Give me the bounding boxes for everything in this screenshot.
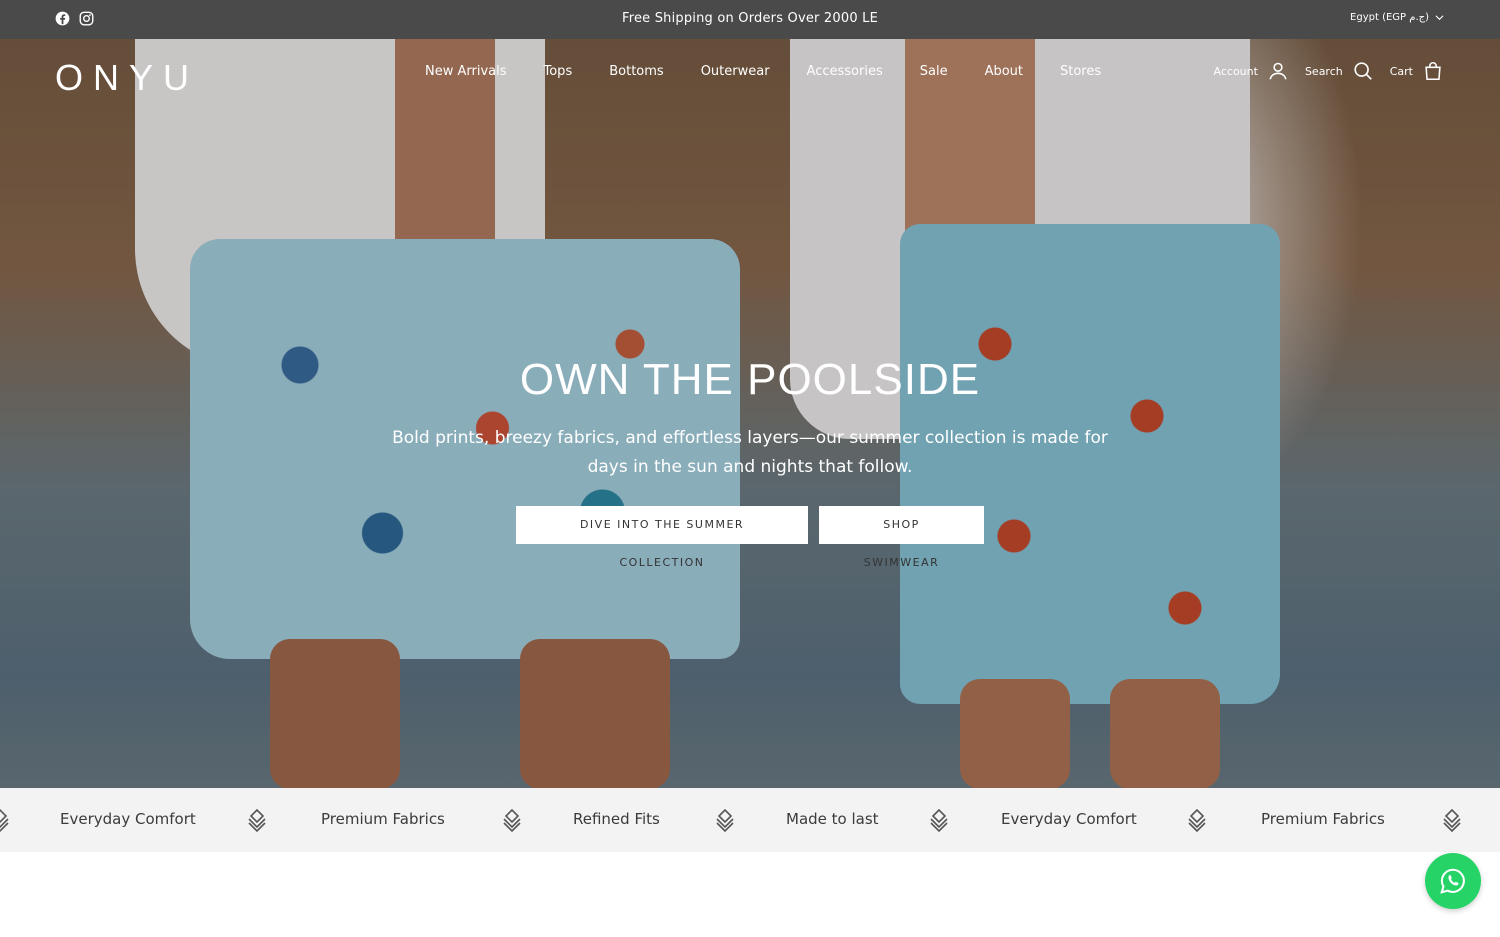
whatsapp-chat-button[interactable] <box>1425 853 1481 909</box>
search-icon <box>1354 62 1372 80</box>
leaf-chevron-icon <box>503 808 521 833</box>
main-nav: New Arrivals Tops Bottoms Outerwear Acce… <box>425 64 1138 79</box>
leaf-chevron-icon <box>716 808 734 833</box>
hero-overlay <box>0 39 1500 788</box>
locale-label: Egypt (EGP ج.م) <box>1350 12 1429 23</box>
hero-banner <box>0 39 1500 788</box>
hero-title: OWN THE POOLSIDE <box>519 355 981 404</box>
nav-item-new-arrivals[interactable]: New Arrivals <box>425 64 507 79</box>
marquee-item: Everyday Comfort <box>60 810 196 828</box>
nav-item-sale[interactable]: Sale <box>920 64 948 79</box>
search-link[interactable]: Search <box>1305 60 1374 82</box>
chevron-down-icon <box>1435 15 1444 21</box>
nav-item-about[interactable]: About <box>985 64 1023 79</box>
marquee-item: Refined Fits <box>573 810 660 828</box>
announcement-message: Free Shipping on Orders Over 2000 LE <box>621 11 878 26</box>
nav-item-outerwear[interactable]: Outerwear <box>701 64 770 79</box>
summer-collection-button[interactable]: DIVE INTO THE SUMMER COLLECTION <box>516 506 808 569</box>
nav-item-tops[interactable]: Tops <box>544 64 573 79</box>
cart-label: Cart <box>1389 64 1413 78</box>
hero-subtitle: Bold prints, breezy fabrics, and effortl… <box>392 428 1108 477</box>
features-marquee: Everyday Comfort Premium Fabrics Refined… <box>0 788 1500 852</box>
leaf-chevron-icon <box>0 808 9 833</box>
locale-selector[interactable]: Egypt (EGP ج.م) <box>1350 12 1444 23</box>
cart-link[interactable]: Cart <box>1390 60 1444 82</box>
marquee-item: Premium Fabrics <box>1261 810 1385 828</box>
nav-item-bottoms[interactable]: Bottoms <box>609 64 663 79</box>
user-icon <box>1269 62 1287 80</box>
shopping-bag-icon <box>1425 62 1441 81</box>
leaf-chevron-icon <box>930 808 948 833</box>
nav-item-stores[interactable]: Stores <box>1060 64 1101 79</box>
shop-swimwear-button[interactable]: SHOP SWIMWEAR <box>819 506 984 569</box>
hero-cta-row: DIVE INTO THE SUMMER COLLECTION SHOP SWI… <box>0 506 1500 569</box>
whatsapp-icon <box>1440 868 1465 894</box>
marquee-item: Made to last <box>786 810 879 828</box>
marquee-item: Everyday Comfort <box>1001 810 1137 828</box>
announcement-bar: Free Shipping on Orders Over 2000 LE Egy… <box>0 0 1500 39</box>
leaf-chevron-icon <box>1188 808 1206 833</box>
leaf-chevron-icon <box>248 808 266 833</box>
leaf-chevron-icon <box>1443 808 1461 833</box>
header-utilities: Account Search Cart <box>1214 60 1444 82</box>
search-label: Search <box>1304 64 1343 78</box>
site-logo[interactable]: ONYU <box>55 57 199 99</box>
marquee-item: Premium Fabrics <box>321 810 445 828</box>
nav-item-accessories[interactable]: Accessories <box>807 64 883 79</box>
account-label: Account <box>1213 64 1258 78</box>
account-link[interactable]: Account <box>1214 60 1289 82</box>
